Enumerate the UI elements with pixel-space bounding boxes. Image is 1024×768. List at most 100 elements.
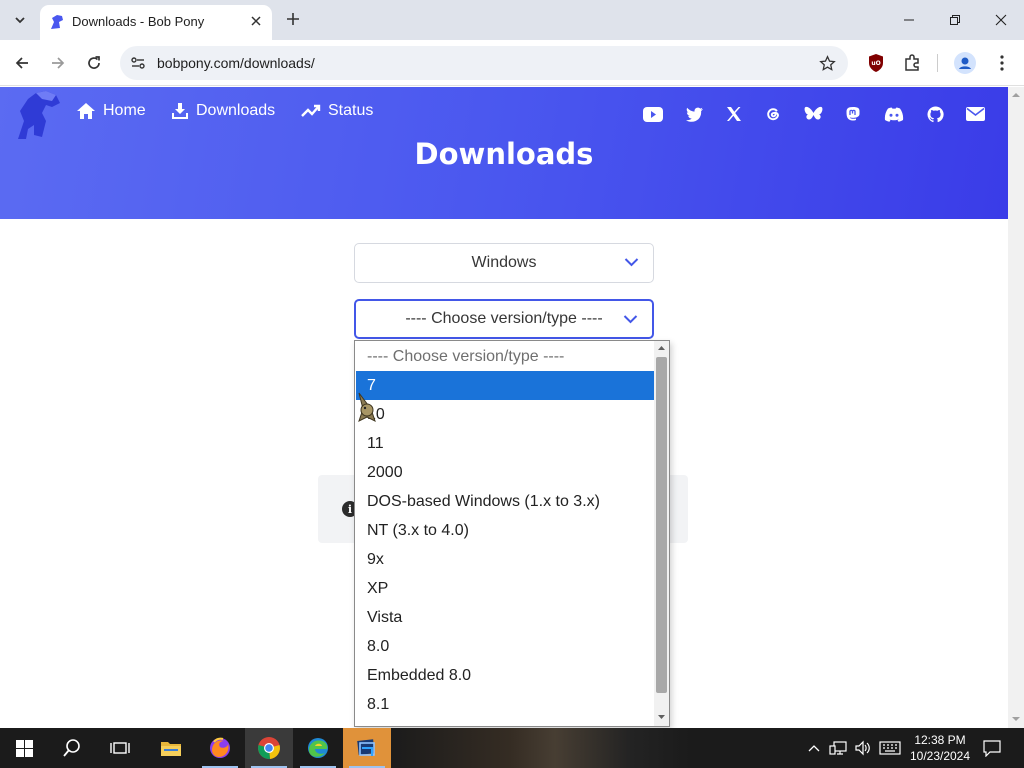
new-tab-button[interactable] xyxy=(282,8,304,30)
version-dropdown-list[interactable]: ---- Choose version/type ---- 7 10 11 20… xyxy=(354,340,670,727)
dropdown-option-embedded-8-0[interactable]: Embedded 8.0 xyxy=(356,661,654,690)
clock-date: 10/23/2024 xyxy=(909,749,971,763)
nav-home-link[interactable]: Home xyxy=(76,102,146,120)
scroll-down-arrow-icon[interactable] xyxy=(658,714,665,720)
minimize-icon xyxy=(904,19,914,21)
version-select[interactable]: ---- Choose version/type ---- xyxy=(354,299,654,339)
chevron-down-icon xyxy=(15,17,25,24)
dropdown-option-placeholder[interactable]: ---- Choose version/type ---- xyxy=(356,342,654,371)
dropdown-option-xp[interactable]: XP xyxy=(356,574,654,603)
address-bar[interactable]: bobpony.com/downloads/ xyxy=(120,46,848,80)
windows-logo-icon xyxy=(15,739,33,757)
show-hidden-icons-button[interactable] xyxy=(804,728,824,768)
clock-time: 12:38 PM xyxy=(914,733,966,747)
browser-tab[interactable]: Downloads - Bob Pony xyxy=(40,5,272,40)
chevron-down-icon xyxy=(624,258,639,267)
close-icon xyxy=(995,14,1007,26)
mastodon-icon[interactable] xyxy=(842,103,864,125)
youtube-icon[interactable] xyxy=(642,103,664,125)
os-select-value: Windows xyxy=(471,254,537,271)
toolbar-divider xyxy=(937,54,938,72)
taskbar-clock[interactable]: 12:38 PM 10/23/2024 xyxy=(906,732,974,764)
restore-icon xyxy=(950,15,960,25)
taskbar-search-button[interactable] xyxy=(48,728,96,768)
browser-menu-icon[interactable] xyxy=(990,51,1014,75)
bobpony-favicon-icon xyxy=(51,15,63,29)
email-icon[interactable] xyxy=(964,103,986,125)
site-settings-icon[interactable] xyxy=(128,53,148,73)
x-icon[interactable] xyxy=(723,103,745,125)
hero-banner: Home Downloads Status Downloads xyxy=(0,87,1008,219)
taskbar-virtualbox[interactable] xyxy=(343,728,391,768)
dropdown-scrollbar[interactable] xyxy=(654,341,669,726)
volume-tray-icon[interactable] xyxy=(851,728,875,768)
twitter-icon[interactable] xyxy=(683,103,705,125)
scroll-up-arrow-icon[interactable] xyxy=(658,345,665,351)
forward-button[interactable] xyxy=(44,49,72,77)
keyboard-tray-icon[interactable] xyxy=(876,728,904,768)
dropdown-option-nt[interactable]: NT (3.x to 4.0) xyxy=(356,516,654,545)
nav-status-label: Status xyxy=(328,102,374,119)
start-button[interactable] xyxy=(0,728,48,768)
scroll-up-arrow-icon[interactable] xyxy=(1012,91,1020,99)
ublock-origin-icon[interactable]: uO xyxy=(864,51,888,75)
version-select-value: ---- Choose version/type ---- xyxy=(405,310,603,327)
close-tab-icon[interactable] xyxy=(246,11,266,31)
volume-icon xyxy=(855,740,870,756)
dropdown-option-8-0[interactable]: 8.0 xyxy=(356,632,654,661)
home-icon xyxy=(77,103,95,119)
threads-icon[interactable] xyxy=(762,103,784,125)
nav-downloads-link[interactable]: Downloads xyxy=(171,102,275,120)
bookmark-star-icon[interactable] xyxy=(816,52,838,74)
dropdown-option-11[interactable]: 11 xyxy=(356,429,654,458)
chevron-down-icon xyxy=(623,315,638,324)
reload-icon xyxy=(88,56,100,69)
back-button[interactable] xyxy=(8,49,36,77)
chevron-up-icon xyxy=(808,745,820,752)
network-icon xyxy=(829,741,847,755)
cursor-icon xyxy=(358,392,376,422)
dropdown-option-dos-based[interactable]: DOS-based Windows (1.x to 3.x) xyxy=(356,487,654,516)
taskbar-edge-beta[interactable] xyxy=(294,728,342,768)
dropdown-option-2000[interactable]: 2000 xyxy=(356,458,654,487)
scroll-down-arrow-icon[interactable] xyxy=(1012,715,1020,723)
taskbar-chrome[interactable] xyxy=(245,728,293,768)
restore-button[interactable] xyxy=(932,0,978,40)
github-icon[interactable] xyxy=(924,103,946,125)
minimize-button[interactable] xyxy=(886,0,932,40)
download-icon xyxy=(172,103,188,119)
bluesky-icon[interactable] xyxy=(802,103,824,125)
taskbar-file-explorer[interactable] xyxy=(147,728,195,768)
dropdown-option-10[interactable]: 10 xyxy=(356,400,654,429)
discord-icon[interactable] xyxy=(883,103,905,125)
trending-up-icon xyxy=(301,104,321,117)
bobpony-logo-icon[interactable] xyxy=(12,89,64,141)
reload-button[interactable] xyxy=(80,49,108,77)
tab-title: Downloads - Bob Pony xyxy=(72,14,205,29)
nav-status-link[interactable]: Status xyxy=(301,102,373,120)
dropdown-scrollbar-thumb[interactable] xyxy=(656,357,667,693)
nav-downloads-label: Downloads xyxy=(196,102,276,119)
close-window-button[interactable] xyxy=(978,0,1024,40)
action-center-button[interactable] xyxy=(978,728,1006,768)
profile-avatar-icon[interactable] xyxy=(953,51,977,75)
network-tray-icon[interactable] xyxy=(826,728,850,768)
chrome-icon xyxy=(258,737,280,760)
dropdown-option-7[interactable]: 7 xyxy=(356,371,654,400)
svg-text:uO: uO xyxy=(871,60,880,67)
dropdown-option-8-1[interactable]: 8.1 xyxy=(356,690,654,719)
browser-toolbar: bobpony.com/downloads/ uO xyxy=(0,40,1024,86)
file-explorer-icon xyxy=(161,742,181,756)
taskbar-firefox[interactable] xyxy=(196,728,244,768)
dropdown-option-9x[interactable]: 9x xyxy=(356,545,654,574)
search-icon xyxy=(63,739,80,757)
os-select[interactable]: Windows xyxy=(354,243,654,283)
page-scrollbar[interactable] xyxy=(1008,87,1024,728)
dropdown-option-vista[interactable]: Vista xyxy=(356,603,654,632)
arrow-left-icon xyxy=(15,57,28,69)
tab-search-button[interactable] xyxy=(7,7,33,33)
task-view-button[interactable] xyxy=(96,728,144,768)
keyboard-icon xyxy=(879,741,901,755)
extensions-puzzle-icon[interactable] xyxy=(900,51,924,75)
arrow-right-icon xyxy=(52,57,65,69)
